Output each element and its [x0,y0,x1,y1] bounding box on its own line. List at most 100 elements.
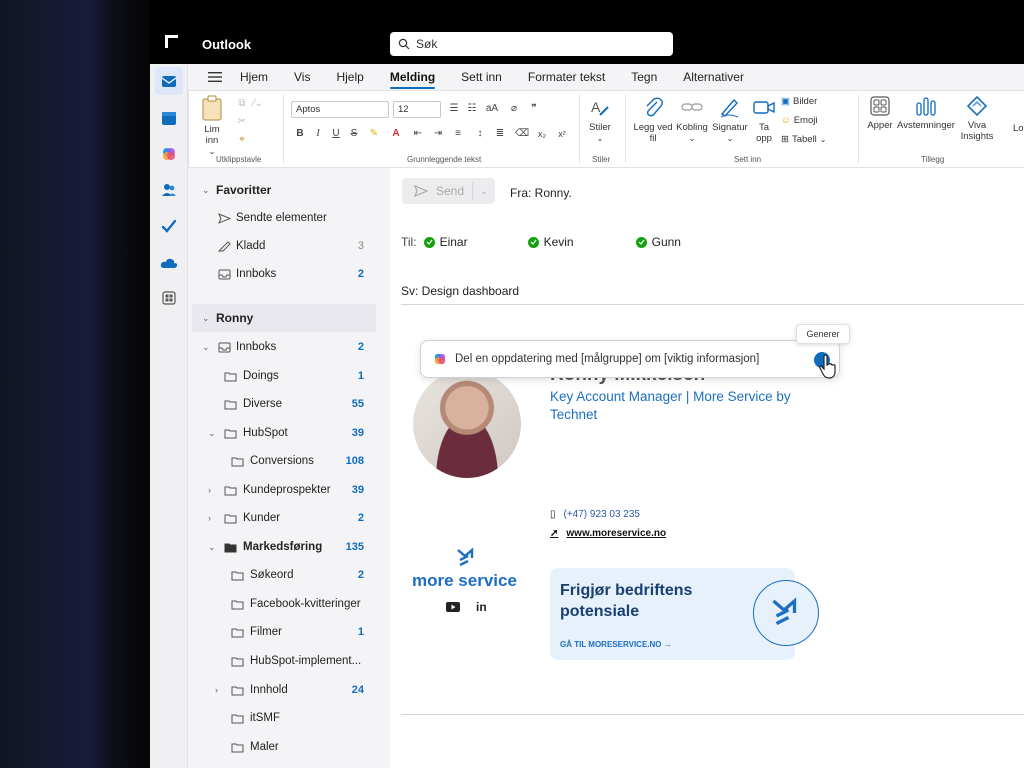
copy-icon[interactable]: ⧉ [235,97,249,111]
styles-label: Stiler [589,122,611,133]
italic-icon[interactable]: I [311,127,325,141]
superscript-icon[interactable]: x² [555,127,569,141]
hamburger-menu-icon[interactable] [204,71,226,83]
tab-hjelp[interactable]: Hjelp [336,66,363,88]
linkedin-icon[interactable]: in [476,600,487,614]
font-family-dropdown[interactable]: Aptos [291,101,389,118]
tab-hjem[interactable]: Hjem [240,66,268,88]
apps-label: Apper [867,120,893,131]
polls-button[interactable]: Avstemninger [895,95,957,131]
apps-button[interactable]: Apper [865,95,895,131]
mail-icon[interactable] [155,67,183,95]
truncated-ribbon-button[interactable]: Lo [1013,123,1024,134]
record-button[interactable]: Ta opp [751,95,777,144]
link-button[interactable]: Kobling ⌄ [675,95,709,144]
recipient-chip[interactable]: Einar [423,235,468,249]
folder-hubspot[interactable]: ⌄ HubSpot 39 [188,419,390,447]
tab-alternativer[interactable]: Alternativer [683,66,744,88]
viva-insights-label: Viva Insights [960,120,994,142]
font-size-change-icon[interactable]: aA [485,102,499,116]
folder-inbox-favorite[interactable]: Innboks 2 [188,260,390,288]
folder-innhold[interactable]: › Innhold 24 [188,676,390,704]
signature-button[interactable]: Signatur ⌄ [710,95,750,144]
recipient-chip[interactable]: Kevin [527,235,574,249]
recipient-name: Kevin [543,235,574,249]
tab-tegn[interactable]: Tegn [631,66,657,88]
line-spacing-icon[interactable]: ↕ [473,127,487,141]
format-painter-icon[interactable]: ⁄⌄ [251,97,265,111]
tab-formater-tekst[interactable]: Formater tekst [528,66,605,88]
pictures-button[interactable]: ▣ Bilder [781,96,817,107]
folder-doings[interactable]: Doings 1 [188,362,390,390]
folder-filmer[interactable]: Filmer 1 [188,618,390,646]
favorites-header[interactable]: ⌄ Favoritter [188,176,390,204]
folder-drafts[interactable]: Kladd 3 [188,232,390,260]
decrease-indent-icon[interactable]: ⇤ [411,127,425,141]
apps-icon[interactable] [159,288,179,308]
folder-icon [231,600,244,609]
quote-icon[interactable]: ❞ [527,102,541,116]
styles-button[interactable]: A Stiler ⌄ [585,97,615,144]
eraser-icon[interactable]: ⌫ [515,127,529,141]
emoji-label: Emoji [793,115,818,126]
increase-indent-icon[interactable]: ⇥ [431,127,445,141]
link-icon [681,103,703,111]
cut-icon[interactable]: ✂ [235,115,249,129]
todo-icon[interactable] [159,216,179,236]
promo-banner[interactable]: Frigjør bedriftens potensiale GÅ TIL MOR… [550,568,819,660]
banner-link[interactable]: GÅ TIL MORESERVICE.NO → [560,640,672,649]
folder-conversions[interactable]: Conversions 108 [188,447,390,475]
attach-file-button[interactable]: Legg ved fil [633,95,673,144]
numbering-icon[interactable]: ☷ [465,102,479,116]
paragraph-icon[interactable]: ≣ [493,127,507,141]
send-button[interactable]: Send ⌄ [402,178,495,204]
group-add-ins: Tillegg [921,155,945,164]
subscript-icon[interactable]: x₂ [535,127,549,141]
bullets-icon[interactable]: ☰ [447,102,461,116]
underline-icon[interactable]: U [329,127,343,141]
folder-sent-items[interactable]: Sendte elementer [188,204,390,232]
paste-special-icon[interactable]: ⌖ [235,133,249,147]
copilot-prompt-box[interactable]: Del en oppdatering med [målgruppe] om [v… [420,340,840,378]
folder-kunder[interactable]: › Kunder 2 [188,504,390,532]
copilot-icon[interactable] [159,144,179,164]
youtube-icon[interactable] [446,602,460,612]
strikethrough-icon[interactable]: S [347,127,361,141]
folder-diverse[interactable]: Diverse 55 [188,390,390,418]
tab-melding[interactable]: Melding [389,66,436,89]
send-options-chevron-icon[interactable]: ⌄ [480,186,488,197]
onedrive-icon[interactable] [159,253,179,273]
folder-hubspot-implement[interactable]: HubSpot-implement... [188,647,390,675]
font-size-dropdown[interactable]: 12 [393,101,441,118]
from-field[interactable]: Fra: Ronny. [510,186,572,200]
recipient-chip[interactable]: Gunn [635,235,681,249]
folder-sokeord[interactable]: Søkeord 2 [188,561,390,589]
folder-itsmf[interactable]: itSMF [188,704,390,732]
signature-website-link[interactable]: ➚ www.moreservice.no [550,528,666,539]
paste-button[interactable]: Lim inn ⌄ [197,95,227,157]
folder-inbox[interactable]: ⌄ Innboks 2 [188,333,390,361]
folder-markedsforing[interactable]: ⌄ Markedsføring 135 [188,533,390,561]
font-color-icon[interactable]: A [389,127,403,141]
folder-facebook-kvitteringer[interactable]: Facebook-kvitteringer [188,590,390,618]
folder-kundeprospekter[interactable]: › Kundeprospekter 39 [188,476,390,504]
emoji-button[interactable]: ☺ Emoji [781,115,817,126]
calendar-icon[interactable] [159,108,179,128]
cursor-pointer-icon: ➚ [550,528,559,539]
viva-insights-button[interactable]: Viva Insights [957,95,997,142]
highlight-icon[interactable]: ✎ [367,127,381,141]
folder-count: 1 [357,370,364,382]
align-icon[interactable]: ≡ [451,127,465,141]
tab-vis[interactable]: Vis [294,66,310,88]
table-button[interactable]: ⊞ Tabell ⌄ [781,134,827,145]
folder-maler[interactable]: Maler [188,733,390,761]
subject-field[interactable]: Sv: Design dashboard [401,284,519,298]
search-input[interactable]: Søk [390,32,673,56]
account-header[interactable]: ⌄ Ronny [192,304,376,332]
bold-icon[interactable]: B [293,127,307,141]
people-icon[interactable] [159,180,179,200]
tab-sett-inn[interactable]: Sett inn [461,66,502,88]
attach-label: Legg ved fil [633,122,673,144]
clear-format-icon[interactable]: ⌀ [507,102,521,116]
to-field[interactable]: Til: Einar Kevin Gunn [401,235,681,249]
